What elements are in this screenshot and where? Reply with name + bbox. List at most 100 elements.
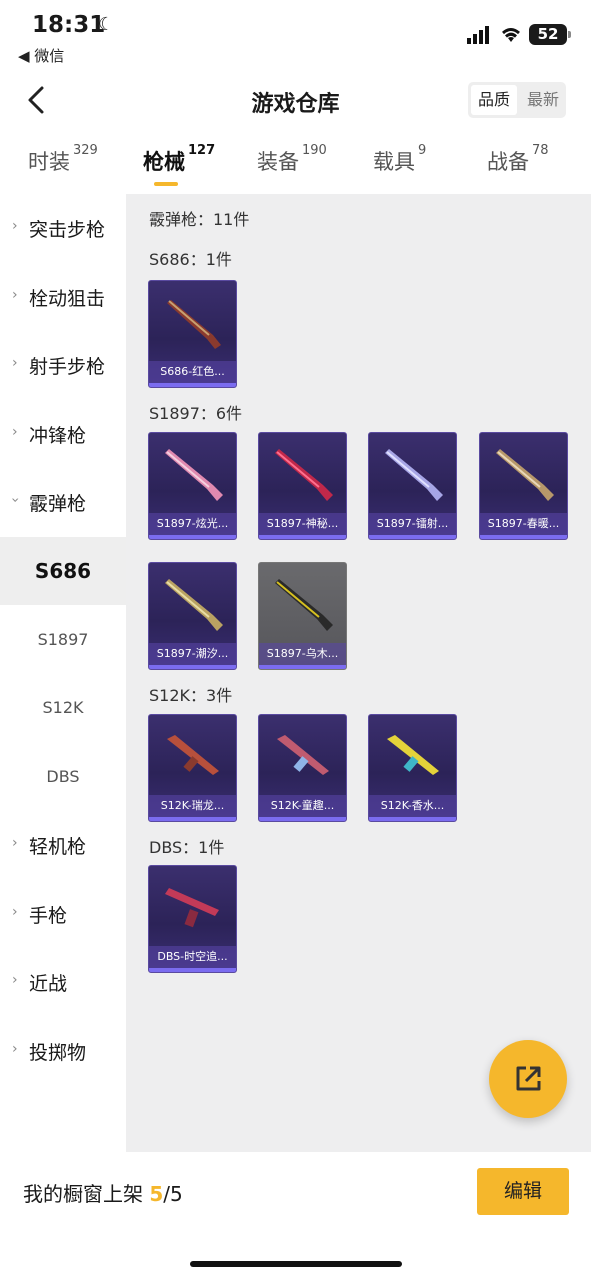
sidebar-item-label: 轻机枪 <box>29 836 87 858</box>
shotgun-skin-icon <box>385 449 443 501</box>
sidebar-item-shotgun[interactable]: › 霰弹枪 <box>0 468 126 536</box>
tab-vehicles[interactable]: 载具 9 <box>373 143 426 176</box>
sidebar-item-smg[interactable]: › 冲锋枪 <box>0 400 126 468</box>
item-card[interactable]: S12K-童趣... <box>258 714 347 822</box>
item-name: S1897-春暖... <box>480 513 567 535</box>
chevron-right-icon: › <box>12 835 18 851</box>
sidebar-sub-s12k[interactable]: S12K <box>0 674 126 742</box>
edit-button[interactable]: 编辑 <box>477 1168 569 1215</box>
tab-count: 78 <box>532 143 549 158</box>
group-title-s1897: S1897：6件 <box>149 404 243 423</box>
rarity-bar <box>369 535 456 539</box>
item-card[interactable]: S1897-炫光... <box>148 432 237 540</box>
tab-count: 127 <box>188 143 216 158</box>
sort-latest-button[interactable]: 最新 <box>520 82 566 118</box>
sidebar-item-label: 近战 <box>29 973 68 995</box>
sidebar-item-throwable[interactable]: › 投掷物 <box>0 1017 126 1085</box>
shotgun-skin-icon <box>275 579 333 631</box>
rarity-bar <box>259 817 346 821</box>
tab-count: 190 <box>302 143 327 158</box>
item-name: S1897-潮汐... <box>149 643 236 665</box>
home-indicator[interactable] <box>190 1261 402 1267</box>
shotgun-skin-icon <box>165 888 219 928</box>
rarity-bar <box>259 665 346 669</box>
item-card[interactable]: S1897-春暖... <box>479 432 568 540</box>
item-name: S12K-童趣... <box>259 795 346 817</box>
sort-toggle: 品质 最新 <box>468 82 566 118</box>
moon-icon: ☾ <box>98 14 115 35</box>
shotgun-skin-icon <box>165 579 223 631</box>
shotgun-skin-icon <box>165 449 223 501</box>
chevron-right-icon: › <box>12 424 18 440</box>
sidebar-item-bolt-sniper[interactable]: › 栓动狙击 <box>0 263 126 331</box>
shotgun-skin-icon <box>275 449 333 501</box>
sidebar-item-lmg[interactable]: › 轻机枪 <box>0 811 126 879</box>
status-bar: 18:31 ☾ ◀ 微信 52 <box>0 0 591 70</box>
tab-supplies[interactable]: 战备 78 <box>487 143 549 176</box>
item-card[interactable]: S1897-神秘... <box>258 432 347 540</box>
tab-label: 载具 <box>373 150 415 174</box>
rarity-bar <box>369 817 456 821</box>
item-card[interactable]: S12K-香水... <box>368 714 457 822</box>
item-card[interactable]: S1897-乌木... <box>258 562 347 670</box>
item-name: DBS-时空追... <box>149 946 236 968</box>
showcase-status: 我的橱窗上架 5/5 <box>23 1178 183 1207</box>
sidebar-item-label: 冲锋枪 <box>29 425 87 447</box>
item-name: S12K-香水... <box>369 795 456 817</box>
battery-indicator: 52 <box>529 24 571 45</box>
sort-quality-button[interactable]: 品质 <box>471 85 517 115</box>
tab-label: 时装 <box>28 150 70 174</box>
sidebar-sub-dbs[interactable]: DBS <box>0 743 126 811</box>
showcase-count: 5 <box>149 1182 164 1206</box>
shotgun-skin-icon <box>167 300 221 349</box>
sidebar-item-label: 手枪 <box>29 905 68 927</box>
share-external-icon <box>516 1066 541 1091</box>
tab-label: 装备 <box>257 150 299 174</box>
chevron-right-icon: › <box>12 218 18 234</box>
tab-label: 枪械 <box>143 150 185 174</box>
status-time: 18:31 <box>32 12 106 38</box>
sidebar-item-pistol[interactable]: › 手枪 <box>0 880 126 948</box>
shotgun-total-label: 霰弹枪：11件 <box>149 210 250 229</box>
item-card[interactable]: DBS-时空追... <box>148 865 237 973</box>
chevron-right-icon: › <box>12 904 18 920</box>
group-title-s12k: S12K：3件 <box>149 686 233 705</box>
sidebar-item-label: 突击步枪 <box>29 219 106 241</box>
item-card[interactable]: S1897-镭射... <box>368 432 457 540</box>
item-card[interactable]: S686-红色... <box>148 280 237 388</box>
item-card[interactable]: S12K-瑞龙... <box>148 714 237 822</box>
chevron-down-icon: › <box>6 497 23 503</box>
sidebar-item-label: 射手步枪 <box>29 356 106 378</box>
sidebar-item-assault-rifle[interactable]: › 突击步枪 <box>0 194 126 262</box>
sidebar-item-label: 投掷物 <box>29 1042 87 1064</box>
rarity-bar <box>149 535 236 539</box>
showcase-bar: 我的橱窗上架 5/5 编辑 <box>0 1152 591 1280</box>
tab-label: 战备 <box>487 150 529 174</box>
sidebar-item-label: 栓动狙击 <box>29 288 106 310</box>
item-card[interactable]: S1897-潮汐... <box>148 562 237 670</box>
tab-outfit[interactable]: 时装 329 <box>28 143 98 176</box>
shotgun-skin-icon <box>387 735 439 775</box>
sidebar-item-marksman-rifle[interactable]: › 射手步枪 <box>0 331 126 399</box>
chevron-right-icon: › <box>12 355 18 371</box>
sidebar-item-melee[interactable]: › 近战 <box>0 948 126 1016</box>
tab-equipment[interactable]: 装备 190 <box>257 143 327 176</box>
rarity-bar <box>149 383 236 387</box>
tab-count: 329 <box>73 143 98 158</box>
sidebar-item-label: 霰弹枪 <box>29 493 87 515</box>
sidebar-sub-s686[interactable]: S686 <box>0 537 126 605</box>
share-button[interactable] <box>489 1040 567 1118</box>
sidebar-sub-s1897[interactable]: S1897 <box>0 606 126 674</box>
group-title-dbs: DBS：1件 <box>149 838 225 857</box>
cellular-signal-icon <box>467 26 489 44</box>
back-to-app-link[interactable]: ◀ 微信 <box>18 45 64 66</box>
category-tabs: 时装 329 枪械 127 装备 190 载具 9 战备 78 <box>0 140 591 194</box>
showcase-total: /5 <box>163 1182 183 1206</box>
chevron-right-icon: › <box>12 287 18 303</box>
item-name: S1897-炫光... <box>149 513 236 535</box>
tab-weapons[interactable]: 枪械 127 <box>143 143 216 176</box>
nav-header: 游戏仓库 品质 最新 <box>0 72 591 130</box>
rarity-bar <box>149 817 236 821</box>
item-name: S1897-神秘... <box>259 513 346 535</box>
showcase-label: 我的橱窗上架 <box>23 1182 150 1206</box>
